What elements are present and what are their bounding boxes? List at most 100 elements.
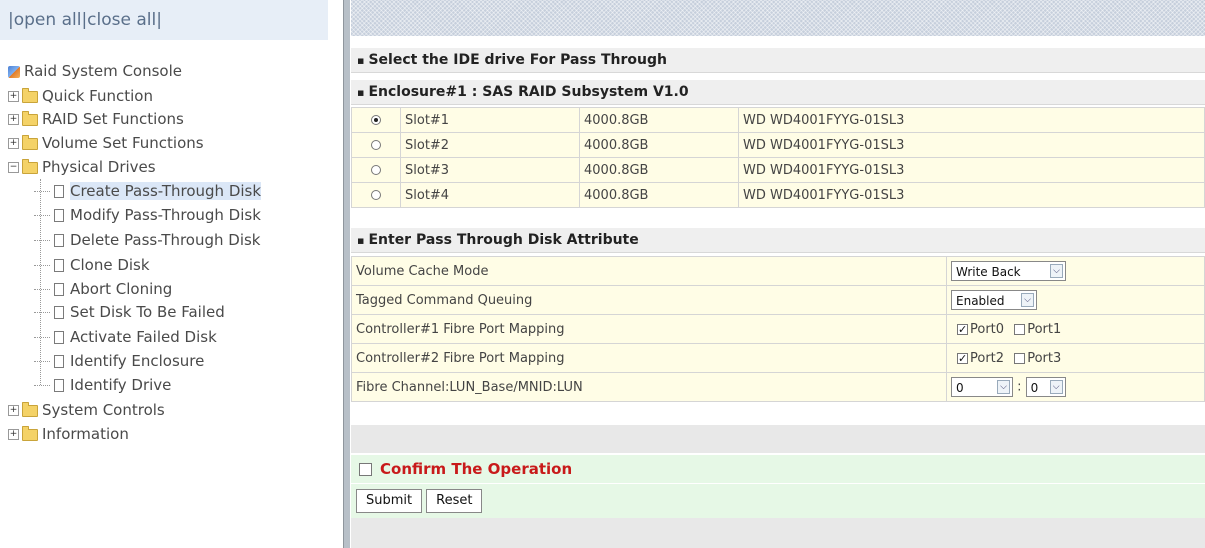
tree-item-label: Clone Disk [70,256,150,274]
lun-separator: : [1017,379,1022,395]
collapse-icon[interactable]: − [8,162,19,173]
expand-icon[interactable]: + [8,405,19,416]
lun-label: Fibre Channel:LUN_Base/MNID:LUN [351,372,947,402]
drive-radio[interactable] [371,190,381,200]
tree-folder-label: Volume Set Functions [42,134,204,152]
tree-item-label: Identify Drive [70,376,172,394]
attribute-row: Volume Cache Mode Write Back ⌵ [351,256,1205,286]
reset-button[interactable]: Reset [426,489,483,513]
chevron-down-icon[interactable]: ⌵ [1050,264,1063,278]
slot-cell: Slot#3 [400,157,580,183]
port2-checkbox[interactable]: ✓ [957,352,968,364]
open-folder-icon [22,158,38,174]
tree-folder-raid-set-functions[interactable]: + RAID Set Functions [8,108,184,130]
expand-icon[interactable]: + [8,91,19,102]
expand-icon[interactable]: + [8,429,19,440]
drive-radio[interactable] [371,140,381,150]
attribute-table: Volume Cache Mode Write Back ⌵ Tagged Com… [351,256,1205,402]
tree-item-label: Abort Cloning [70,280,173,298]
folder-icon [22,134,38,150]
tree-folder-label: System Controls [42,401,165,419]
tree-folder-label: Quick Function [42,87,153,105]
tcq-select[interactable]: Enabled ⌵ [951,290,1037,310]
table-row[interactable]: Slot#4 4000.8GB WD WD4001FYYG-01SL3 [351,182,1205,208]
button-row: Submit Reset [351,484,1205,518]
drive-radio-selected[interactable] [371,115,381,125]
tree-item-label: Create Pass-Through Disk [70,182,262,200]
table-row[interactable]: Slot#3 4000.8GB WD WD4001FYYG-01SL3 [351,157,1205,183]
bottom-bar [351,518,1205,548]
tree-item-create-pass-through-disk[interactable]: Create Pass-Through Disk [34,180,262,202]
tree-folder-system-controls[interactable]: + System Controls [8,399,165,421]
capacity-cell: 4000.8GB [579,132,739,158]
page-icon [54,259,64,272]
page-icon [54,331,64,344]
model-cell: WD WD4001FYYG-01SL3 [738,132,1205,158]
tree-folder-label: Information [42,425,129,443]
submit-button[interactable]: Submit [356,489,423,513]
tree-item-label: Identify Enclosure [70,352,205,370]
table-row[interactable]: Slot#2 4000.8GB WD WD4001FYYG-01SL3 [351,132,1205,158]
port3-checkbox[interactable] [1014,352,1026,364]
page-icon [54,209,64,222]
enclosure-header: Enclosure#1 : SAS RAID Subsystem V1.0 [351,80,1205,105]
model-cell: WD WD4001FYYG-01SL3 [738,157,1205,183]
confirm-row: Confirm The Operation [351,455,1205,483]
tree-folder-quick-function[interactable]: + Quick Function [8,85,153,107]
attribute-row: Tagged Command Queuing Enabled ⌵ [351,285,1205,315]
open-all-link[interactable]: open all [14,10,82,30]
folder-icon [22,87,38,103]
tree-item-activate-failed-disk[interactable]: Activate Failed Disk [34,326,217,348]
tree-item-label: Set Disk To Be Failed [70,303,225,321]
chevron-down-icon[interactable]: ⌵ [1049,380,1063,394]
chevron-down-icon[interactable]: ⌵ [1021,293,1034,307]
tree-item-label: Modify Pass-Through Disk [70,206,261,224]
confirm-checkbox[interactable] [359,462,372,476]
close-all-link[interactable]: close all [87,10,156,30]
page-icon [54,306,64,319]
port1-checkbox[interactable] [1014,323,1026,335]
tree-folder-volume-set-functions[interactable]: + Volume Set Functions [8,132,204,154]
port0-checkbox[interactable]: ✓ [957,323,968,335]
tree-toggle-bar: |open all|close all| [0,0,328,40]
attribute-row: Controller#1 Fibre Port Mapping ✓ Port0 P… [351,314,1205,344]
tree-item-identify-drive[interactable]: Identify Drive [34,374,171,396]
drive-table: Slot#1 4000.8GB WD WD4001FYYG-01SL3 Slot… [351,107,1205,208]
expand-icon[interactable]: + [8,114,19,125]
lun-base-select[interactable]: 0 ⌵ [951,377,1013,397]
tree-item-abort-cloning[interactable]: Abort Cloning [34,278,172,300]
tree-item-clone-disk[interactable]: Clone Disk [34,254,150,276]
table-row[interactable]: Slot#1 4000.8GB WD WD4001FYYG-01SL3 [351,107,1205,133]
chevron-down-icon[interactable]: ⌵ [997,380,1010,394]
cache-mode-select[interactable]: Write Back ⌵ [951,261,1066,281]
tree-root-label: Raid System Console [24,62,182,80]
drive-radio[interactable] [371,165,381,175]
tree-item-set-disk-to-be-failed[interactable]: Set Disk To Be Failed [34,301,225,323]
cache-mode-label: Volume Cache Mode [351,256,947,286]
select-drive-header: Select the IDE drive For Pass Through [351,48,1205,73]
model-cell: WD WD4001FYYG-01SL3 [738,107,1205,133]
page-icon [54,379,64,392]
spacer-bar [351,425,1205,453]
port0-label: Port0 [970,321,1005,337]
frame-divider[interactable] [343,0,350,548]
lun-select[interactable]: 0 ⌵ [1025,377,1066,397]
confirm-label: Confirm The Operation [380,460,573,478]
tree-item-label: Delete Pass-Through Disk [70,231,261,249]
tree-folder-physical-drives[interactable]: − Physical Drives [8,156,156,178]
tree-folder-information[interactable]: + Information [8,423,129,445]
tree-root[interactable]: Raid System Console [8,60,182,82]
ctrl1-label: Controller#1 Fibre Port Mapping [351,314,947,344]
tree-item-delete-pass-through-disk[interactable]: Delete Pass-Through Disk [34,229,261,251]
expand-icon[interactable]: + [8,138,19,149]
capacity-cell: 4000.8GB [579,107,739,133]
tree-item-identify-enclosure[interactable]: Identify Enclosure [34,350,204,372]
slot-cell: Slot#1 [400,107,580,133]
tree-item-modify-pass-through-disk[interactable]: Modify Pass-Through Disk [34,204,261,226]
tree-item-label: Activate Failed Disk [70,328,217,346]
page-icon [54,283,64,296]
capacity-cell: 4000.8GB [579,182,739,208]
folder-icon [22,425,38,441]
port1-label: Port1 [1027,321,1062,337]
console-icon [8,65,20,78]
